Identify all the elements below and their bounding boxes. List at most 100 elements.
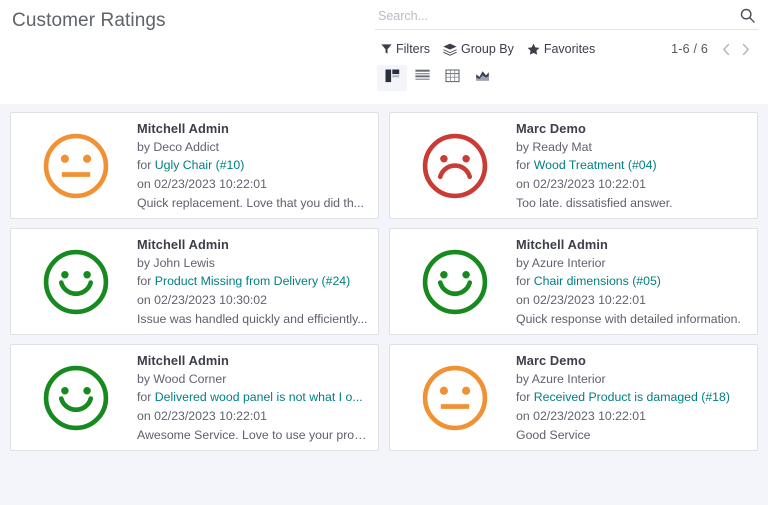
pager-previous-button[interactable] [718,39,735,59]
for-label: for [516,158,530,172]
view-switcher-kanban-button[interactable] [377,65,407,91]
pager-next-button[interactable] [737,39,754,59]
view-switcher-pivot-button[interactable] [437,65,467,91]
by-label: by [516,372,529,386]
rating-date-value: 02/23/2023 10:30:02 [154,293,267,307]
rating-date-line: on 02/23/2023 10:22:01 [137,175,368,194]
control-panel-right: Filters Group By Favor [375,0,768,91]
pager-value: 1-6 / 6 [671,42,708,56]
rating-author-name: Mitchell Admin [137,235,368,254]
layers-icon [443,43,457,56]
by-label: by [516,140,529,154]
rating-partner-line: by John Lewis [137,254,368,273]
for-label: for [137,274,151,288]
search-icon[interactable] [738,7,756,25]
by-label: by [137,372,150,386]
on-label: on [137,409,151,423]
rating-card[interactable]: Mitchell Adminby Deco Addictfor Ugly Cha… [10,112,379,219]
by-label: by [516,256,529,270]
control-panel-buttons: Filters Group By Favor [375,36,758,62]
by-label: by [137,140,150,154]
rating-feedback: Quick replacement. Love that you did th.… [137,194,368,213]
rating-author-name: Marc Demo [516,119,747,138]
view-switcher-list-button[interactable] [407,65,437,91]
search-view[interactable] [375,2,758,30]
page-title: Customer Ratings [12,8,375,34]
kanban-record[interactable]: Mitchell Adminby Azure Interiorfor Chair… [384,228,763,344]
favorites-dropdown-button[interactable]: Favorites [523,39,604,60]
kanban-record[interactable]: Mitchell Adminby Deco Addictfor Ugly Cha… [5,112,384,228]
rating-date-value: 02/23/2023 10:22:01 [533,177,646,191]
rating-author-name: Mitchell Admin [137,351,368,370]
kanban-renderer: Mitchell Adminby Deco Addictfor Ugly Cha… [0,104,768,505]
pager: 1-6 / 6 [671,39,758,59]
rating-feedback: Issue was handled quickly and efficientl… [137,310,368,329]
rating-partner-line: by Deco Addict [137,138,368,157]
for-label: for [137,158,151,172]
filters-label: Filters [396,41,430,58]
group-by-dropdown-button[interactable]: Group By [439,39,523,60]
group-by-label: Group By [461,41,514,58]
on-label: on [137,293,151,307]
rating-resource-link[interactable]: Delivered wood panel is not what I o... [155,390,363,404]
on-label: on [516,177,530,191]
rating-card[interactable]: Mitchell Adminby John Lewisfor Product M… [10,228,379,335]
rating-resource-link[interactable]: Ugly Chair (#10) [155,158,245,172]
rating-neutral-face-icon [394,364,516,432]
rating-author-name: Marc Demo [516,351,747,370]
rating-resource-line: for Received Product is damaged (#18) [516,388,747,407]
on-label: on [516,293,530,307]
list-view-icon [415,69,430,87]
rating-card-body: Mitchell Adminby Deco Addictfor Ugly Cha… [137,119,370,212]
rating-author-name: Mitchell Admin [137,119,368,138]
rating-neutral-face-icon [15,132,137,200]
search-input[interactable] [378,7,738,25]
rating-card[interactable]: Mitchell Adminby Wood Cornerfor Delivere… [10,344,379,451]
rating-card-body: Mitchell Adminby Azure Interiorfor Chair… [516,235,749,328]
filter-funnel-icon [381,43,392,55]
kanban-view-icon [385,69,400,88]
rating-date-value: 02/23/2023 10:22:01 [533,409,646,423]
rating-resource-line: for Ugly Chair (#10) [137,156,368,175]
on-label: on [516,409,530,423]
rating-date-line: on 02/23/2023 10:22:01 [516,175,747,194]
rating-card[interactable]: Mitchell Adminby Azure Interiorfor Chair… [389,228,758,335]
rating-date-line: on 02/23/2023 10:30:02 [137,291,368,310]
filters-dropdown-button[interactable]: Filters [377,39,439,60]
kanban-record[interactable]: Mitchell Adminby John Lewisfor Product M… [5,228,384,344]
rating-partner-value: Azure Interior [532,372,606,386]
rating-resource-line: for Delivered wood panel is not what I o… [137,388,368,407]
rating-resource-link[interactable]: Received Product is damaged (#18) [534,390,730,404]
rating-feedback: Good Service [516,426,747,445]
rating-date-value: 02/23/2023 10:22:01 [154,409,267,423]
control-panel-left: Customer Ratings [0,0,375,34]
rating-partner-value: John Lewis [153,256,215,270]
rating-card[interactable]: Marc Demoby Azure Interiorfor Received P… [389,344,758,451]
pivot-table-view-icon [445,69,460,88]
rating-date-value: 02/23/2023 10:22:01 [154,177,267,191]
kanban-record[interactable]: Marc Demoby Azure Interiorfor Received P… [384,344,763,460]
rating-card-body: Mitchell Adminby John Lewisfor Product M… [137,235,370,328]
rating-partner-line: by Wood Corner [137,370,368,389]
rating-resource-line: for Wood Treatment (#04) [516,156,747,175]
rating-happy-face-icon [15,364,137,432]
favorites-label: Favorites [544,41,595,58]
rating-feedback: Too late. dissatisfied answer. [516,194,747,213]
rating-resource-line: for Chair dimensions (#05) [516,272,747,291]
rating-resource-link[interactable]: Product Missing from Delivery (#24) [155,274,350,288]
rating-resource-link[interactable]: Wood Treatment (#04) [534,158,657,172]
view-switcher [375,65,758,91]
rating-card-body: Marc Demoby Ready Matfor Wood Treatment … [516,119,749,212]
for-label: for [137,390,151,404]
rating-happy-face-icon [394,248,516,316]
star-icon [527,43,540,56]
view-switcher-graph-button[interactable] [467,65,497,91]
rating-card[interactable]: Marc Demoby Ready Matfor Wood Treatment … [389,112,758,219]
kanban-record[interactable]: Mitchell Adminby Wood Cornerfor Delivere… [5,344,384,460]
kanban-record[interactable]: Marc Demoby Ready Matfor Wood Treatment … [384,112,763,228]
rating-partner-value: Wood Corner [153,372,226,386]
rating-resource-link[interactable]: Chair dimensions (#05) [534,274,661,288]
rating-partner-line: by Azure Interior [516,370,747,389]
rating-feedback: Quick response with detailed information… [516,310,747,329]
for-label: for [516,274,530,288]
